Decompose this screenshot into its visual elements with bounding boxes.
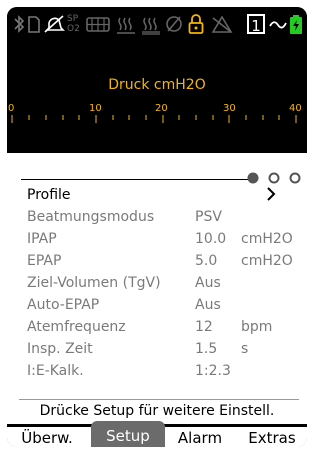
setting-name: IPAP bbox=[27, 231, 57, 247]
spo2-o2-label: O2 bbox=[67, 24, 80, 34]
setup-panel: Profile Beatmungsmodus PSV IPAP 10.0 cmH… bbox=[7, 153, 307, 447]
tab-extras[interactable]: Extras bbox=[237, 429, 307, 447]
alarm-mute-icon bbox=[43, 12, 65, 36]
setting-value: 12 bbox=[195, 319, 213, 335]
setting-name: EPAP bbox=[27, 253, 62, 269]
pressure-gauge: Druck cmH2O 0 10 20 30 40 bbox=[7, 41, 307, 153]
divider bbox=[21, 179, 251, 180]
setting-value: Aus bbox=[195, 275, 221, 291]
gauge-scale bbox=[11, 115, 297, 123]
bluetooth-icon bbox=[13, 12, 25, 36]
setting-name: Auto-EPAP bbox=[27, 297, 100, 313]
setting-value: 10.0 bbox=[195, 231, 227, 247]
setting-row[interactable]: I:E-Kalk. 1:2.3 bbox=[27, 363, 307, 383]
setting-row[interactable]: Atemfrequenz 12 bpm bbox=[27, 319, 307, 339]
alarm-off-icon bbox=[209, 12, 235, 36]
battery-charging-icon bbox=[289, 12, 303, 36]
setting-unit: bpm bbox=[241, 319, 273, 335]
divider bbox=[19, 399, 299, 400]
waveform-icon bbox=[269, 12, 287, 36]
setting-row[interactable]: EPAP 5.0 cmH2O bbox=[27, 253, 307, 273]
gauge-tick-label: 40 bbox=[289, 103, 302, 114]
lock-icon bbox=[187, 12, 205, 36]
setting-value: Aus bbox=[195, 297, 221, 313]
profile-number-icon: 1 bbox=[247, 14, 265, 35]
gauge-tick-label: 30 bbox=[223, 103, 236, 114]
setting-row[interactable]: Ziel-Volumen (TgV) Aus bbox=[27, 275, 307, 295]
setting-row[interactable]: IPAP 10.0 cmH2O bbox=[27, 231, 307, 251]
page-indicator[interactable] bbox=[239, 171, 305, 185]
setting-unit: s bbox=[241, 341, 249, 357]
tab-setup[interactable]: Setup bbox=[91, 421, 165, 447]
setting-name: Beatmungsmodus bbox=[27, 209, 155, 225]
gauge-label: Druck cmH2O bbox=[108, 77, 206, 93]
setting-row[interactable]: Auto-EPAP Aus bbox=[27, 297, 307, 317]
heater-icon bbox=[140, 12, 162, 36]
setting-value: PSV bbox=[195, 209, 222, 225]
setting-name: Atemfrequenz bbox=[27, 319, 126, 335]
ventilator-display: SP O2 1 Druck cmH2O 0 10 20 30 40 Profil… bbox=[7, 7, 307, 447]
setting-name: I:E-Kalk. bbox=[27, 363, 84, 379]
profile-label: Profile bbox=[27, 187, 71, 203]
setting-value: 1:2.3 bbox=[195, 363, 231, 379]
setup-hint: Drücke Setup für weitere Einstell. bbox=[39, 403, 275, 419]
setting-row[interactable]: Beatmungsmodus PSV bbox=[27, 209, 307, 229]
spo2-sp-label: SP bbox=[67, 14, 79, 24]
setting-value: 5.0 bbox=[195, 253, 218, 269]
tab-alarm[interactable]: Alarm bbox=[167, 429, 233, 447]
humidifier-icon bbox=[115, 12, 137, 36]
sd-card-icon bbox=[27, 12, 41, 36]
chevron-right-icon[interactable] bbox=[265, 186, 277, 207]
setting-name: Ziel-Volumen (TgV) bbox=[27, 275, 161, 291]
setting-value: 1.5 bbox=[195, 341, 218, 357]
setting-row[interactable]: Insp. Zeit 1.5 s bbox=[27, 341, 307, 361]
tab-monitor[interactable]: Überw. bbox=[7, 429, 87, 447]
no-time-icon bbox=[165, 12, 183, 36]
battery-pack-icon bbox=[85, 12, 111, 36]
status-bar: SP O2 1 bbox=[7, 7, 307, 41]
gauge-tick-label: 10 bbox=[89, 103, 102, 114]
gauge-tick-label: 0 bbox=[8, 103, 15, 114]
setting-name: Insp. Zeit bbox=[27, 341, 93, 357]
setting-unit: cmH2O bbox=[241, 253, 293, 269]
spo2-icon: SP O2 bbox=[67, 14, 80, 38]
setting-unit: cmH2O bbox=[241, 231, 293, 247]
gauge-tick-label: 20 bbox=[155, 103, 168, 114]
